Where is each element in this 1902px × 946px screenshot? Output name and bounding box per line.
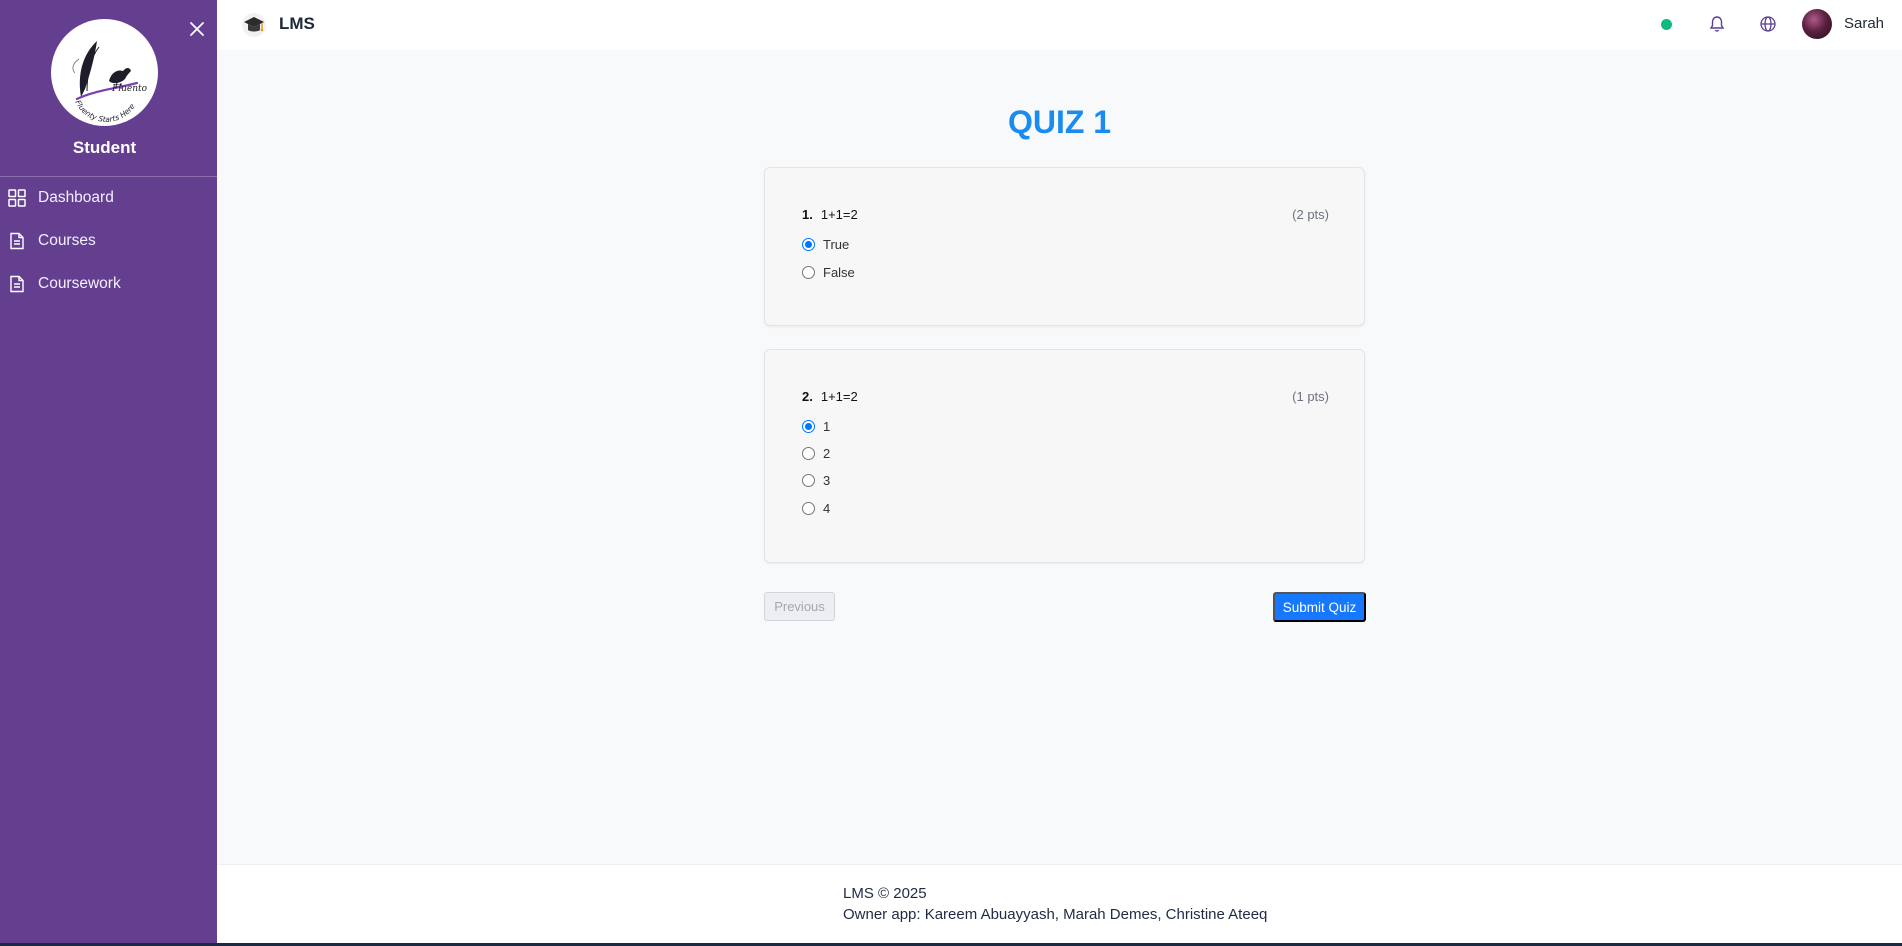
question-number: 1.: [802, 207, 813, 222]
user-name[interactable]: Sarah: [1844, 15, 1884, 32]
answer-option[interactable]: 1: [802, 419, 830, 434]
online-status-indicator: [1661, 19, 1672, 30]
user-role: Student: [72, 138, 137, 157]
brand-name[interactable]: LMS: [279, 14, 315, 34]
answer-option[interactable]: False: [802, 265, 855, 280]
option-label: True: [823, 237, 850, 252]
radio-button[interactable]: [802, 502, 815, 515]
document-icon: [8, 232, 26, 250]
footer: LMS © 2025 Owner app: Kareem Abuayyash, …: [217, 864, 1902, 943]
footer-owners: Owner app: Kareem Abuayyash, Marah Demes…: [843, 906, 1268, 923]
bell-icon[interactable]: [1707, 14, 1727, 34]
globe-icon[interactable]: [1758, 14, 1778, 34]
option-label: 2: [823, 446, 831, 461]
previous-button[interactable]: Previous: [764, 592, 835, 621]
answer-option[interactable]: 2: [802, 446, 830, 461]
sidebar-divider: [0, 176, 217, 177]
sidebar-item-courses[interactable]: Courses: [0, 223, 217, 259]
graduation-cap-icon: [242, 13, 266, 37]
radio-button[interactable]: [802, 447, 815, 460]
sidebar: Fluento Fluenty Starts Here Student Dash…: [0, 0, 217, 943]
question-text: 1+1=2: [820, 207, 858, 222]
option-label: False: [823, 265, 855, 280]
svg-text:Fluento: Fluento: [111, 84, 148, 94]
sidebar-item-dashboard[interactable]: Dashboard: [0, 180, 217, 216]
close-icon[interactable]: [188, 20, 206, 38]
option-label: 3: [823, 473, 831, 488]
top-bar: LMS Sarah: [217, 0, 1902, 50]
question-points: (1 pts): [1292, 389, 1329, 404]
question-number: 2.: [802, 389, 813, 404]
svg-text:Fluenty Starts Here: Fluenty Starts Here: [73, 99, 137, 124]
question-points: (2 pts): [1292, 207, 1329, 222]
footer-copyright: LMS © 2025: [843, 885, 927, 902]
answer-option[interactable]: True: [802, 237, 849, 252]
question-card: 1. 1+1=2 (2 pts) True False: [764, 167, 1365, 326]
page-title: QUIZ 1: [1007, 104, 1112, 140]
sidebar-item-label: Courses: [38, 232, 96, 249]
question-header: 2. 1+1=2 (1 pts): [802, 389, 1329, 404]
document-icon: [8, 275, 26, 293]
option-label: 4: [823, 501, 831, 516]
radio-button[interactable]: [802, 474, 815, 487]
avatar[interactable]: [1802, 9, 1832, 39]
option-label: 1: [823, 419, 831, 434]
submit-quiz-button[interactable]: Submit Quiz: [1273, 592, 1366, 622]
sidebar-item-label: Dashboard: [38, 189, 114, 206]
grid-icon: [8, 189, 26, 207]
radio-button[interactable]: [802, 420, 815, 433]
radio-button[interactable]: [802, 238, 815, 251]
question-text: 1+1=2: [820, 389, 858, 404]
app-logo: Fluento Fluenty Starts Here: [51, 19, 158, 126]
sidebar-item-label: Coursework: [38, 275, 121, 292]
answer-option[interactable]: 4: [802, 501, 830, 516]
question-header: 1. 1+1=2 (2 pts): [802, 207, 1329, 222]
radio-button[interactable]: [802, 266, 815, 279]
answer-option[interactable]: 3: [802, 473, 830, 488]
question-card: 2. 1+1=2 (1 pts) 1 2 3 4: [764, 349, 1365, 563]
sidebar-item-coursework[interactable]: Coursework: [0, 266, 217, 302]
